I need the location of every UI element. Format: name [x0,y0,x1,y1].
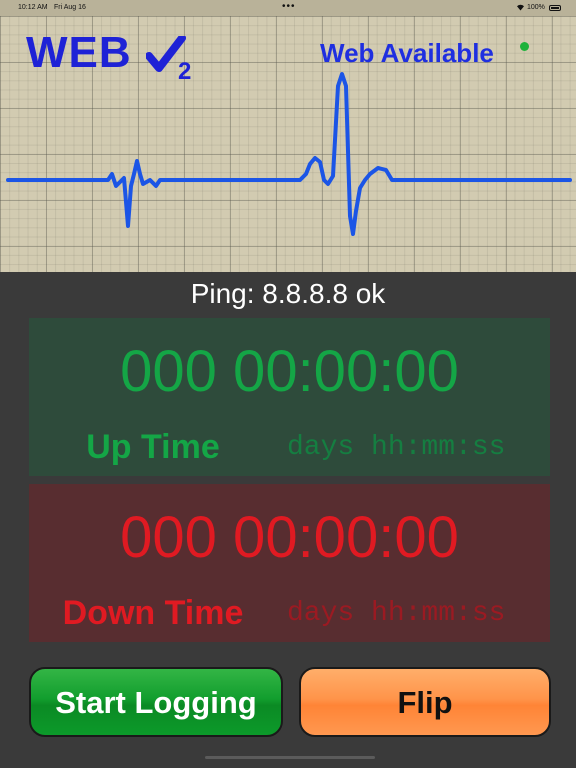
ping-status: Ping: 8.8.8.8 ok [190,278,386,309]
battery-icon [549,5,561,11]
up-time-label: Up Time [86,428,220,466]
wifi-icon [516,3,525,13]
up-time-format: days hh:mm:ss [287,432,506,463]
status-time: 10:12 AM [18,4,48,11]
logo-text: WEB [26,28,132,77]
multitasking-dots[interactable]: ••• [282,1,296,12]
availability-indicator-dot [520,42,529,51]
down-time-format: days hh:mm:ss [287,598,506,629]
flip-button[interactable]: Flip [299,667,551,737]
start-logging-button[interactable]: Start Logging [29,667,283,737]
web-logo: WEB 2 [26,28,191,85]
down-time-panel: 000 00:00:00 Down Time days hh:mm:ss [29,484,550,642]
status-date: Fri Aug 16 [54,4,86,11]
web-availability-status: Web Available [320,38,494,68]
down-time-label: Down Time [62,594,244,632]
down-time-counter: 000 00:00:00 [120,505,459,570]
ecg-monitor: WEB 2 Web Available [0,16,576,272]
battery-percent: 100% [527,4,545,11]
logo-subscript: 2 [178,58,192,85]
home-indicator[interactable] [205,756,375,759]
up-time-counter: 000 00:00:00 [120,339,459,404]
up-time-panel: 000 00:00:00 Up Time days hh:mm:ss [29,318,550,476]
status-bar: 10:12 AM Fri Aug 16 ••• 100% [0,0,576,16]
